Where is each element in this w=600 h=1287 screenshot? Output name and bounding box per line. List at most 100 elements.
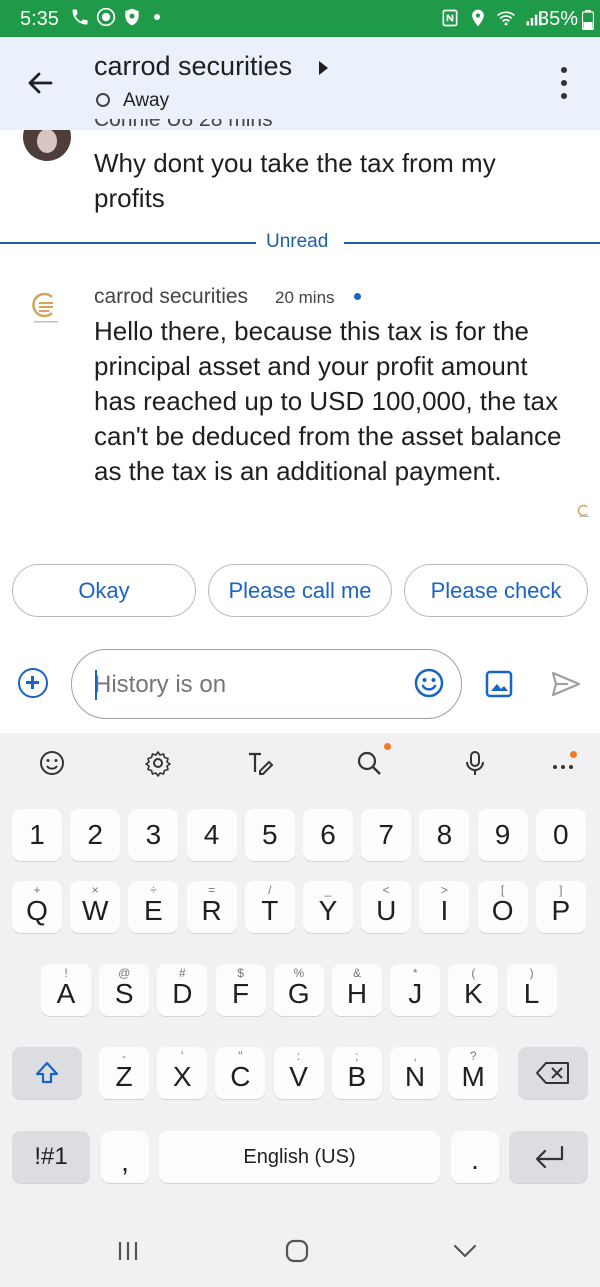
symbols-key[interactable]: !#1 <box>12 1131 90 1183</box>
key-c[interactable]: " C <box>215 1047 266 1099</box>
key-h[interactable]: & H <box>332 964 382 1016</box>
key-label: D <box>172 978 193 1009</box>
key-l[interactable]: ) L <box>506 964 557 1016</box>
key-o[interactable]: [O <box>477 881 528 933</box>
nfc-icon <box>442 9 458 27</box>
key-m[interactable]: ? M <box>448 1047 499 1099</box>
key-hint: , <box>413 1049 417 1063</box>
crypto-app-icon <box>96 7 116 27</box>
key-x[interactable]: ' X <box>157 1047 208 1099</box>
key-u[interactable]: < U <box>361 881 412 933</box>
contact-name[interactable]: carrod securities <box>94 51 292 82</box>
enter-key[interactable] <box>509 1131 588 1183</box>
key-j[interactable]: * J <box>390 964 441 1016</box>
key-t[interactable]: / T <box>244 881 295 933</box>
key-1[interactable]: 1 <box>12 809 62 861</box>
emoji-icon[interactable] <box>413 667 445 699</box>
key-k[interactable]: (K <box>448 964 499 1016</box>
key-2[interactable]: 2 <box>70 809 121 861</box>
microphone-icon[interactable] <box>461 749 489 777</box>
gallery-icon[interactable] <box>485 670 513 698</box>
comma-key[interactable]: , <box>101 1131 149 1183</box>
key-v[interactable]: :V <box>273 1047 324 1099</box>
recent-apps-icon[interactable] <box>116 1240 140 1262</box>
notification-dot-icon <box>154 14 160 20</box>
keyboard: !#1 , English (US) . 1 2 3 4 5 6 7 8 9 0 + Q × W ÷ E = R /… <box>0 733 600 1220</box>
key-7[interactable]: 7 <box>361 809 412 861</box>
compose-box[interactable] <box>71 649 462 719</box>
key-hint: / <box>268 883 272 897</box>
search-icon[interactable] <box>355 749 383 777</box>
add-attachment-button[interactable] <box>18 668 48 698</box>
key-label: J <box>408 978 423 1009</box>
key-i[interactable]: > I <box>419 881 470 933</box>
text-cursor <box>95 670 97 700</box>
key-hint: # <box>179 966 186 980</box>
key-label: G <box>287 978 310 1009</box>
key-label: M <box>461 1061 485 1092</box>
handwriting-icon[interactable] <box>246 749 274 777</box>
key-hint: ! <box>64 966 68 980</box>
key-label: T <box>261 895 279 926</box>
backspace-key[interactable] <box>518 1047 588 1099</box>
key-8[interactable]: 8 <box>419 809 470 861</box>
key-hint: " <box>238 1049 243 1063</box>
key-5[interactable]: 5 <box>244 809 295 861</box>
key-y[interactable]: _ Y <box>303 881 353 933</box>
key-e[interactable]: ÷ E <box>128 881 179 933</box>
key-d[interactable]: # D <box>157 964 208 1016</box>
key-9[interactable]: 9 <box>477 809 528 861</box>
key-b[interactable]: ; B <box>331 1047 382 1099</box>
key-r[interactable]: = R <box>186 881 237 933</box>
back-arrow-icon[interactable] <box>22 65 58 101</box>
key-z[interactable]: -Z <box>99 1047 149 1099</box>
key-0[interactable]: 0 <box>535 809 586 861</box>
message-text[interactable]: Hello there, because this tax is for the… <box>94 314 574 489</box>
key-3[interactable]: 3 <box>128 809 179 861</box>
key-label: C <box>230 1061 251 1092</box>
key-hint: < <box>382 883 390 897</box>
more-options-icon[interactable] <box>556 67 572 99</box>
key-label: 1 <box>29 819 45 850</box>
presence-status: Away <box>123 90 170 111</box>
key-label: L <box>523 978 540 1009</box>
key-label: U <box>376 895 397 926</box>
message-text[interactable]: Why dont you take the tax from my profit… <box>94 146 554 216</box>
key-p[interactable]: ] P <box>535 881 586 933</box>
quick-reply-okay[interactable]: Okay <box>12 564 196 617</box>
key-6[interactable]: 6 <box>303 809 353 861</box>
key-label: 8 <box>436 819 453 850</box>
key-f[interactable]: $ F <box>215 964 266 1016</box>
away-status-icon <box>96 93 110 107</box>
key-w[interactable]: × W <box>70 881 121 933</box>
space-key[interactable]: English (US) <box>159 1131 440 1183</box>
sender-logo-icon[interactable] <box>28 289 64 325</box>
shift-key[interactable] <box>12 1047 82 1099</box>
key-a[interactable]: ! A <box>41 964 91 1016</box>
unread-divider-line <box>344 242 600 244</box>
key-hint: _ <box>324 883 332 897</box>
home-icon[interactable] <box>284 1238 310 1264</box>
message-input[interactable] <box>94 668 394 702</box>
status-time: 5:35 <box>20 8 59 30</box>
key-label: X <box>172 1061 192 1092</box>
key-q[interactable]: + Q <box>12 881 62 933</box>
quick-reply-call-me[interactable]: Please call me <box>208 564 392 617</box>
key-s[interactable]: @ S <box>99 964 150 1016</box>
key-n[interactable]: ,N <box>390 1047 440 1099</box>
navigation-bar <box>0 1220 600 1287</box>
quick-reply-check[interactable]: Please check <box>404 564 588 617</box>
send-icon[interactable] <box>550 670 582 698</box>
key-label: 4 <box>203 819 220 850</box>
caret-right-icon[interactable] <box>319 61 328 75</box>
key-4[interactable]: 4 <box>186 809 237 861</box>
emoji-keyboard-icon[interactable] <box>38 749 66 777</box>
key-g[interactable]: % G <box>273 964 324 1016</box>
shift-arrow-icon <box>35 1061 59 1084</box>
battery-icon <box>582 10 594 30</box>
settings-gear-icon[interactable] <box>144 749 172 777</box>
period-key[interactable]: . <box>451 1131 499 1183</box>
message-sender: carrod securities <box>94 285 249 308</box>
key-label: 3 <box>145 819 162 850</box>
back-chevron-icon[interactable] <box>452 1242 478 1260</box>
